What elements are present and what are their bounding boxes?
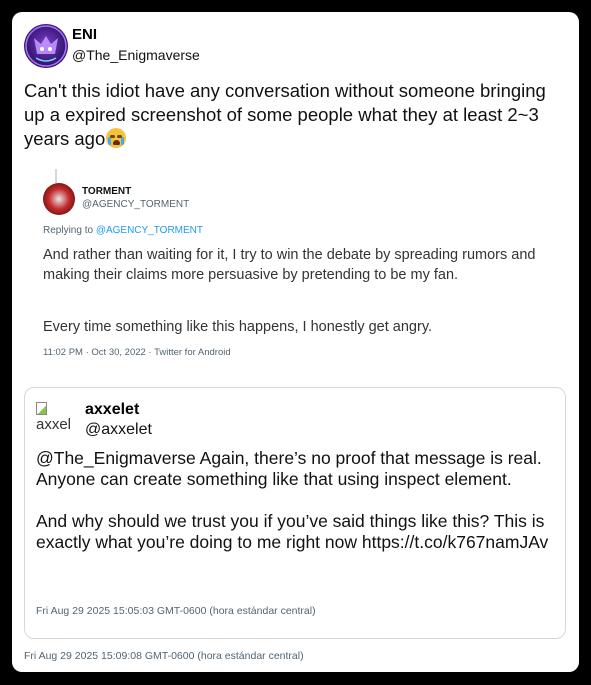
screenshot-meta: 11:02 PM · Oct 30, 2022 · Twitter for An… — [43, 347, 231, 358]
screenshot-author-handle: @AGENCY_TORMENT — [82, 199, 190, 210]
avatar-alt-text: axxel — [36, 416, 72, 433]
screenshot-author-name: TORMENT — [82, 186, 132, 197]
quote-timestamp: Fri Aug 29 2025 15:05:03 GMT-0600 (hora … — [36, 605, 316, 617]
quoted-tweet[interactable]: axxel axxelet @axxelet @The_Enigmaverse … — [24, 387, 566, 639]
quote-avatar-broken-image[interactable]: axxel — [36, 402, 80, 436]
replying-prefix: Replying to — [43, 225, 96, 236]
tweet-card: ENI @The_Enigmaverse Can't this idiot ha… — [12, 12, 579, 672]
replying-handle-link: @AGENCY_TORMENT — [95, 225, 204, 236]
tweet-timestamp: Fri Aug 29 2025 15:09:08 GMT-0600 (hora … — [24, 650, 304, 662]
replying-to: Replying to @AGENCY_TORMENT — [43, 225, 203, 236]
thread-line — [55, 169, 57, 183]
quote-author-handle[interactable]: @axxelet — [85, 421, 152, 439]
avatar-logo-icon — [25, 25, 67, 67]
avatar[interactable] — [24, 24, 68, 68]
broken-image-icon — [36, 402, 47, 415]
tweet-text: Can't this idiot have any conversation w… — [24, 79, 564, 151]
attached-screenshot[interactable]: TORMENT @AGENCY_TORMENT Replying to @AGE… — [24, 169, 567, 375]
quote-paragraph-1: @The_Enigmaverse Again, there’s no proof… — [36, 448, 542, 489]
screenshot-avatar — [43, 183, 75, 215]
quote-text: @The_Enigmaverse Again, there’s no proof… — [36, 448, 556, 553]
screenshot-paragraph-1: And rather than waiting for it, I try to… — [43, 247, 536, 283]
loudly-crying-face-icon — [106, 128, 127, 148]
screenshot-paragraph-2: Every time something like this happens, … — [43, 319, 433, 335]
tweet-header: ENI @The_Enigmaverse — [24, 24, 424, 68]
quote-author-name[interactable]: axxelet — [85, 401, 139, 419]
author-name[interactable]: ENI — [72, 26, 97, 44]
quote-paragraph-2: And why should we trust you if you’ve sa… — [36, 511, 549, 552]
author-handle[interactable]: @The_Enigmaverse — [72, 46, 200, 64]
tweet-body: Can't this idiot have any conversation w… — [24, 80, 546, 149]
